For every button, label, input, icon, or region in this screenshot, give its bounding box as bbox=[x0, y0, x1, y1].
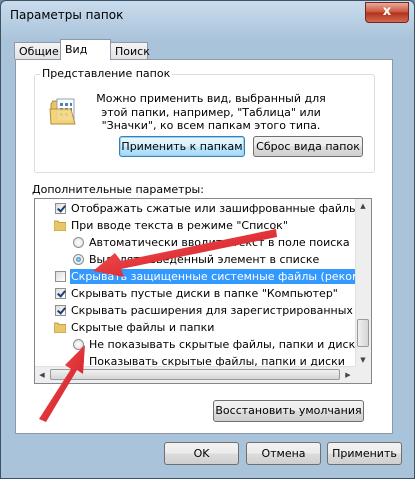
cancel-button[interactable]: Отмена bbox=[246, 442, 321, 465]
scroll-right-icon[interactable]: ▶ bbox=[341, 368, 355, 382]
folder-views-label: Представление папок bbox=[40, 67, 173, 80]
title-bar: Параметры папок x bbox=[1, 1, 414, 29]
advanced-settings-label: Дополнительные параметры: bbox=[32, 183, 204, 196]
hide-protected-files-checkbox[interactable] bbox=[55, 271, 66, 282]
reset-folders-button[interactable]: Сброс вида папок bbox=[253, 136, 363, 157]
horizontal-scrollbar[interactable]: ◀ ▶ bbox=[35, 366, 356, 383]
apply-button[interactable]: Применить bbox=[327, 442, 402, 465]
close-icon: x bbox=[382, 4, 392, 19]
list-item[interactable]: Выделять введенный элемент в списке bbox=[35, 252, 357, 268]
vertical-scroll-thumb[interactable] bbox=[357, 319, 369, 347]
ok-button[interactable]: OK bbox=[164, 442, 239, 465]
select-item-radio[interactable] bbox=[73, 254, 84, 265]
view-tab-panel: Представление папок Можно применить вид,… bbox=[15, 59, 393, 434]
restore-defaults-button[interactable]: Восстановить умолчания bbox=[213, 400, 364, 422]
list-item: Скрытые файлы и папки bbox=[35, 320, 357, 336]
scroll-up-icon[interactable]: ▲ bbox=[356, 199, 370, 213]
list-item[interactable]: Не показывать скрытые файлы, папки и дис… bbox=[35, 337, 362, 353]
hide-extensions-checkbox[interactable] bbox=[55, 305, 66, 316]
vertical-scrollbar[interactable]: ▲ ▼ bbox=[355, 199, 371, 367]
list-item-selected[interactable]: Скрывать защищенные системные файлы (рек… bbox=[35, 269, 371, 285]
dont-show-hidden-radio[interactable] bbox=[73, 339, 84, 350]
folder-views-description: Можно применить вид, выбранный для этой … bbox=[96, 92, 326, 132]
advanced-settings-list[interactable]: Отображать сжатые или зашифрованные файл… bbox=[34, 198, 372, 384]
apply-to-folders-button[interactable]: Применить к папкам bbox=[119, 136, 245, 157]
tab-general[interactable]: Общие bbox=[14, 42, 61, 59]
folder-icon bbox=[54, 220, 66, 231]
scroll-corner bbox=[356, 367, 371, 383]
folder-views-group: Представление папок Можно применить вид,… bbox=[34, 67, 375, 173]
scroll-down-icon[interactable]: ▼ bbox=[356, 353, 370, 367]
hide-empty-drives-checkbox[interactable] bbox=[55, 288, 66, 299]
horizontal-scroll-thumb[interactable] bbox=[50, 369, 340, 380]
compressed-color-checkbox[interactable] bbox=[55, 203, 66, 214]
list-item[interactable]: Автоматически вводить текст в поле поиск… bbox=[35, 235, 357, 251]
folder-options-dialog: Параметры папок x Общие Вид Поиск Предст… bbox=[0, 0, 415, 479]
auto-search-radio[interactable] bbox=[73, 237, 84, 248]
close-button[interactable]: x bbox=[365, 2, 409, 23]
folder-view-icon bbox=[49, 98, 76, 125]
tab-view[interactable]: Вид bbox=[60, 39, 111, 60]
window-title: Параметры папок bbox=[10, 8, 124, 22]
tab-search[interactable]: Поиск bbox=[110, 42, 150, 59]
list-item[interactable]: Отображать сжатые или зашифрованные файл… bbox=[35, 201, 371, 217]
list-item: При вводе текста в режиме "Список" bbox=[35, 218, 357, 234]
list-item[interactable]: Скрывать расширения для зарегистрированн… bbox=[35, 303, 371, 319]
folder-icon bbox=[54, 322, 66, 333]
list-item[interactable]: Скрывать пустые диски в папке "Компьютер… bbox=[35, 286, 357, 302]
scroll-left-icon[interactable]: ◀ bbox=[35, 368, 49, 382]
